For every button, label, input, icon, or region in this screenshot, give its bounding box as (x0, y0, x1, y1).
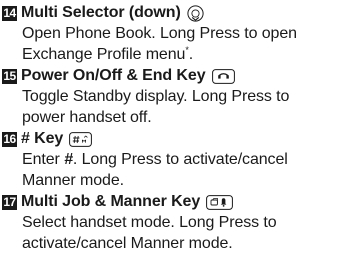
entry-title: Power On/Off & End Key (21, 67, 206, 84)
entry-description: Open Phone Book. Long Press to open Exch… (2, 23, 358, 65)
multi-job-manner-key-icon (206, 194, 234, 210)
manual-key-descriptions: 14 Multi Selector (down) Open Phone Book… (0, 0, 358, 265)
description-line: Select handset mode. Long Press to (22, 214, 277, 231)
description-line: Enter #. Long Press to activate/cancel (22, 151, 288, 168)
description-line: activate/cancel Manner mode. (22, 235, 233, 252)
description-line: Open Phone Book. Long Press to open (22, 25, 297, 42)
entry-hash-key: 16 # Key Enter #. Long Press to activate… (2, 129, 358, 191)
entry-description: Select handset mode. Long Press to activ… (2, 212, 358, 254)
entry-heading: 16 # Key (2, 129, 358, 149)
entry-number-badge: 16 (2, 131, 17, 147)
entry-number-badge: 15 (2, 68, 17, 84)
power-end-key-icon (211, 68, 235, 84)
entry-heading: 15 Power On/Off & End Key (2, 66, 358, 86)
entry-number-badge: 14 (2, 5, 17, 21)
description-line: Manner mode. (22, 172, 124, 189)
entry-description: Toggle Standby display. Long Press to po… (2, 86, 358, 128)
entry-number-badge: 17 (2, 194, 17, 210)
multi-selector-down-icon (187, 4, 204, 22)
entry-power-end-key: 15 Power On/Off & End Key Toggle Standby… (2, 66, 358, 128)
description-line: Exchange Profile menu*. (22, 45, 194, 64)
entry-multi-job-manner-key: 17 Multi Job & Manner Key Select handset… (2, 192, 358, 254)
entry-heading: 14 Multi Selector (down) (2, 3, 358, 23)
hash-key-icon (69, 131, 93, 147)
description-line: Toggle Standby display. Long Press to (22, 88, 290, 105)
entry-title: Multi Job & Manner Key (21, 193, 201, 210)
entry-multi-selector-down: 14 Multi Selector (down) Open Phone Book… (2, 3, 358, 65)
entry-description: Enter #. Long Press to activate/cancel M… (2, 149, 358, 191)
entry-title: Multi Selector (down) (21, 4, 181, 21)
description-line: power handset off. (22, 109, 152, 126)
entry-title: # Key (21, 130, 64, 147)
entry-heading: 17 Multi Job & Manner Key (2, 192, 358, 212)
